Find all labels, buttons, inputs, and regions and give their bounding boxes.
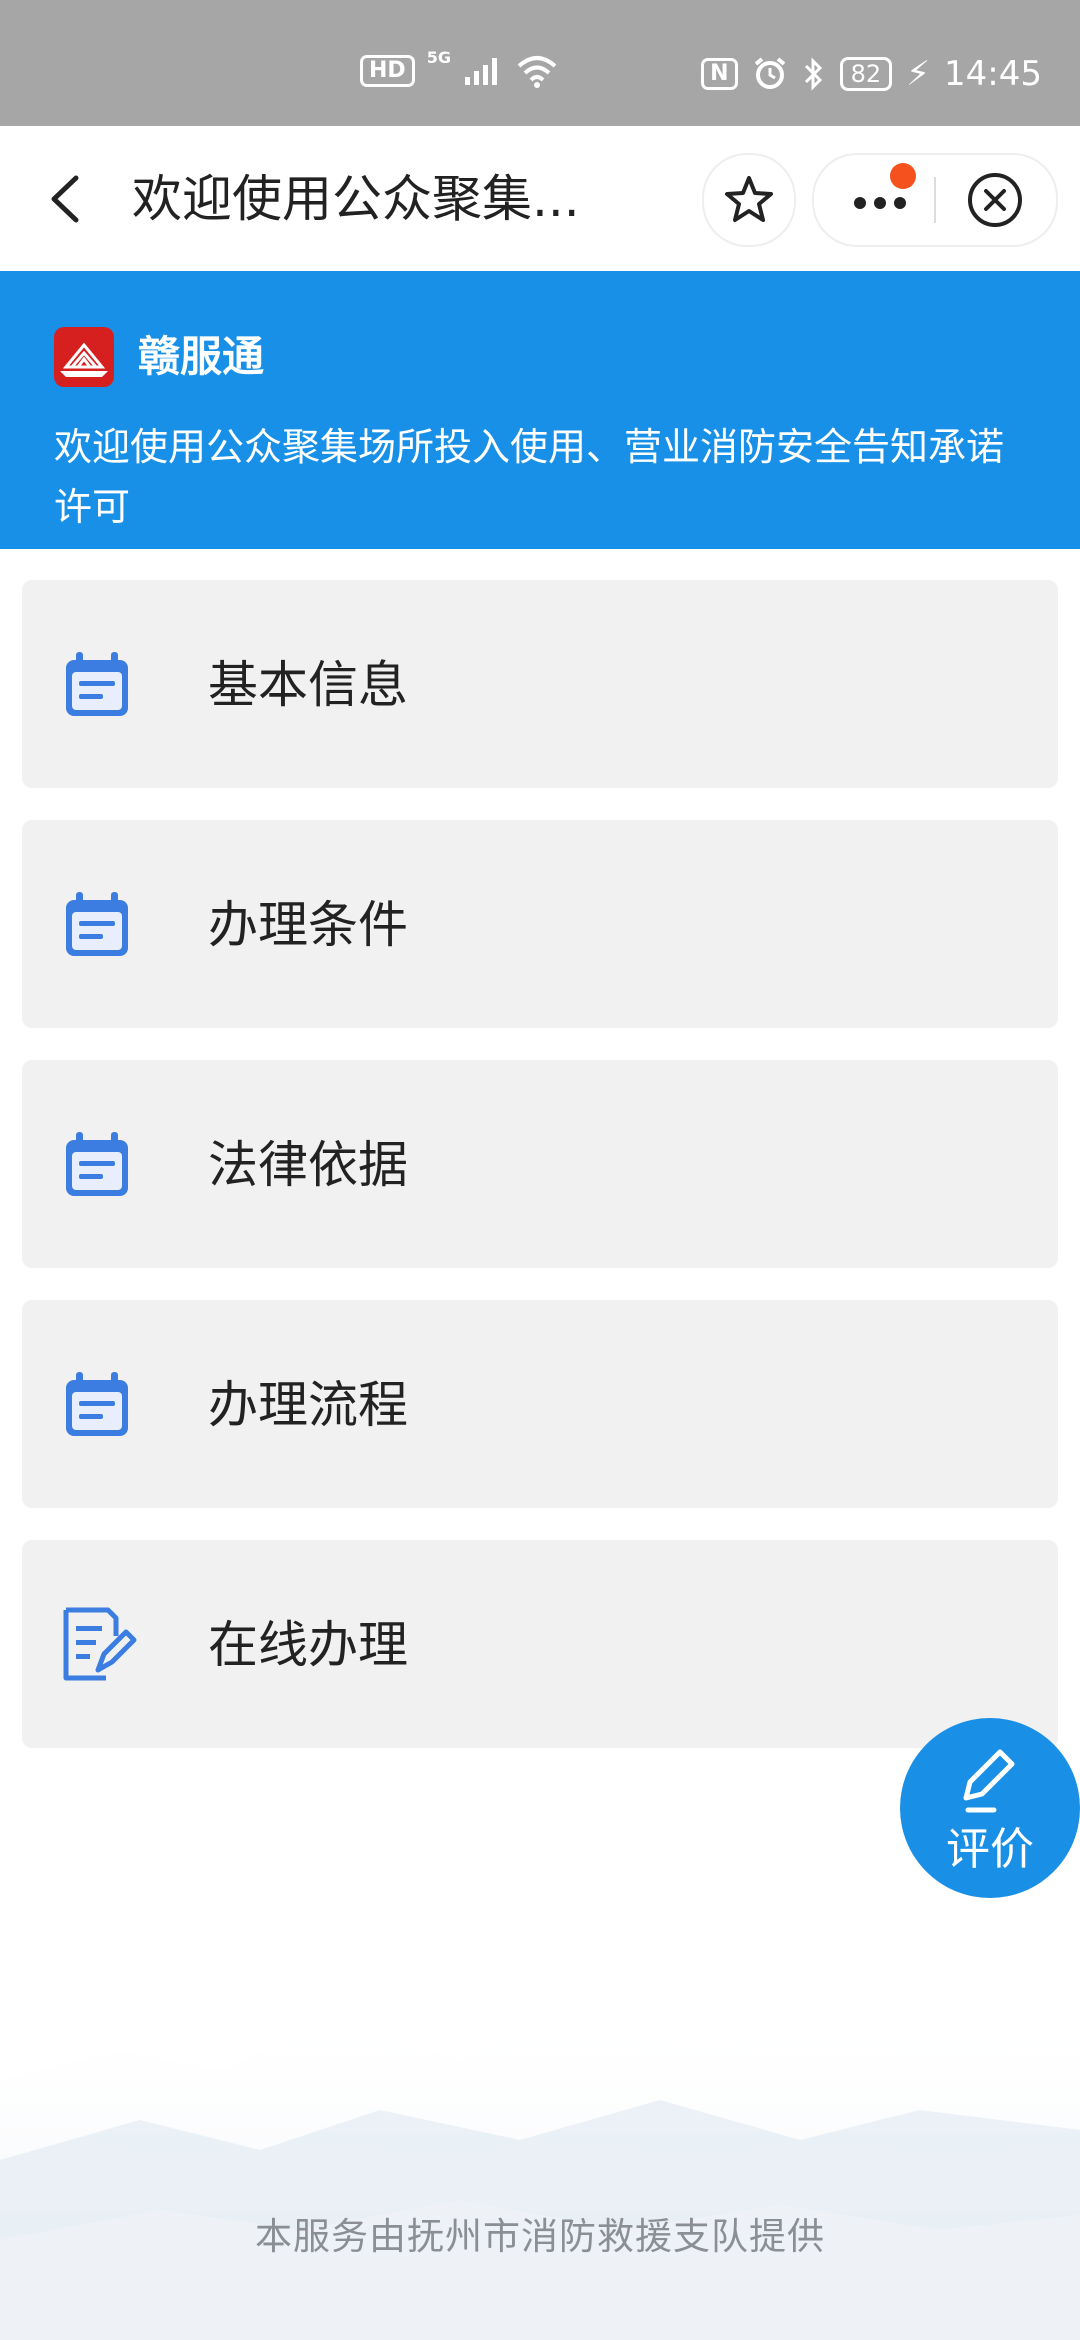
- notification-dot: [890, 163, 916, 189]
- star-icon: [725, 176, 773, 222]
- mountain-background: [0, 2000, 1080, 2340]
- status-bar: HD 5G N 82 ⚡ 14:45: [0, 0, 1080, 126]
- charging-icon: ⚡: [906, 54, 931, 94]
- network-type: 5G: [426, 47, 451, 67]
- pencil-icon: [963, 1749, 1015, 1813]
- menu-item-online-apply[interactable]: 在线办理: [22, 1540, 1058, 1748]
- close-circle-icon[interactable]: [966, 171, 1024, 229]
- nav-bar: 欢迎使用公众聚集...: [0, 126, 1080, 271]
- back-arrow-icon[interactable]: [42, 174, 92, 224]
- nfc-icon: N: [701, 58, 738, 90]
- brand-name: 赣服通: [138, 332, 265, 381]
- brand-logo: [54, 327, 114, 387]
- menu-item-legal-basis[interactable]: 法律依据: [22, 1060, 1058, 1268]
- favorite-button[interactable]: [702, 153, 796, 247]
- calendar-doc-icon: [66, 892, 128, 956]
- hd-badge: HD: [360, 55, 415, 87]
- menu-item-conditions[interactable]: 办理条件: [22, 820, 1058, 1028]
- capsule-divider: [934, 177, 936, 223]
- menu-item-process[interactable]: 办理流程: [22, 1300, 1058, 1508]
- calendar-doc-icon: [66, 652, 128, 716]
- calendar-doc-icon: [66, 1372, 128, 1436]
- service-banner: 赣服通 欢迎使用公众聚集场所投入使用、营业消防安全告知承诺许可: [0, 271, 1080, 549]
- menu-item-label: 办理条件: [208, 896, 408, 954]
- service-description: 欢迎使用公众聚集场所投入使用、营业消防安全告知承诺许可: [54, 425, 1005, 529]
- calendar-doc-icon: [66, 1132, 128, 1196]
- evaluate-button[interactable]: 评价: [900, 1718, 1080, 1898]
- clock: 14:45: [944, 54, 1042, 94]
- battery-level: 82: [839, 57, 893, 91]
- status-left: HD 5G: [360, 48, 559, 88]
- bluetooth-icon: [804, 57, 822, 91]
- status-right: N 82 ⚡ 14:45: [701, 54, 1042, 94]
- evaluate-label: 评价: [946, 1824, 1034, 1875]
- edit-document-icon: [63, 1607, 137, 1681]
- signal-icon: [464, 58, 497, 85]
- mini-program-capsule: [812, 153, 1058, 247]
- menu-item-label: 法律依据: [208, 1136, 408, 1194]
- footer-provider-text: 本服务由抚州市消防救援支队提供: [255, 2215, 825, 2258]
- menu-item-basic-info[interactable]: 基本信息: [22, 580, 1058, 788]
- menu-item-label: 基本信息: [208, 656, 408, 714]
- page-title: 欢迎使用公众聚集...: [132, 170, 580, 228]
- wifi-icon: [517, 56, 557, 88]
- menu-item-label: 办理流程: [208, 1376, 408, 1434]
- menu-item-label: 在线办理: [208, 1616, 408, 1674]
- alarm-icon: [754, 57, 785, 89]
